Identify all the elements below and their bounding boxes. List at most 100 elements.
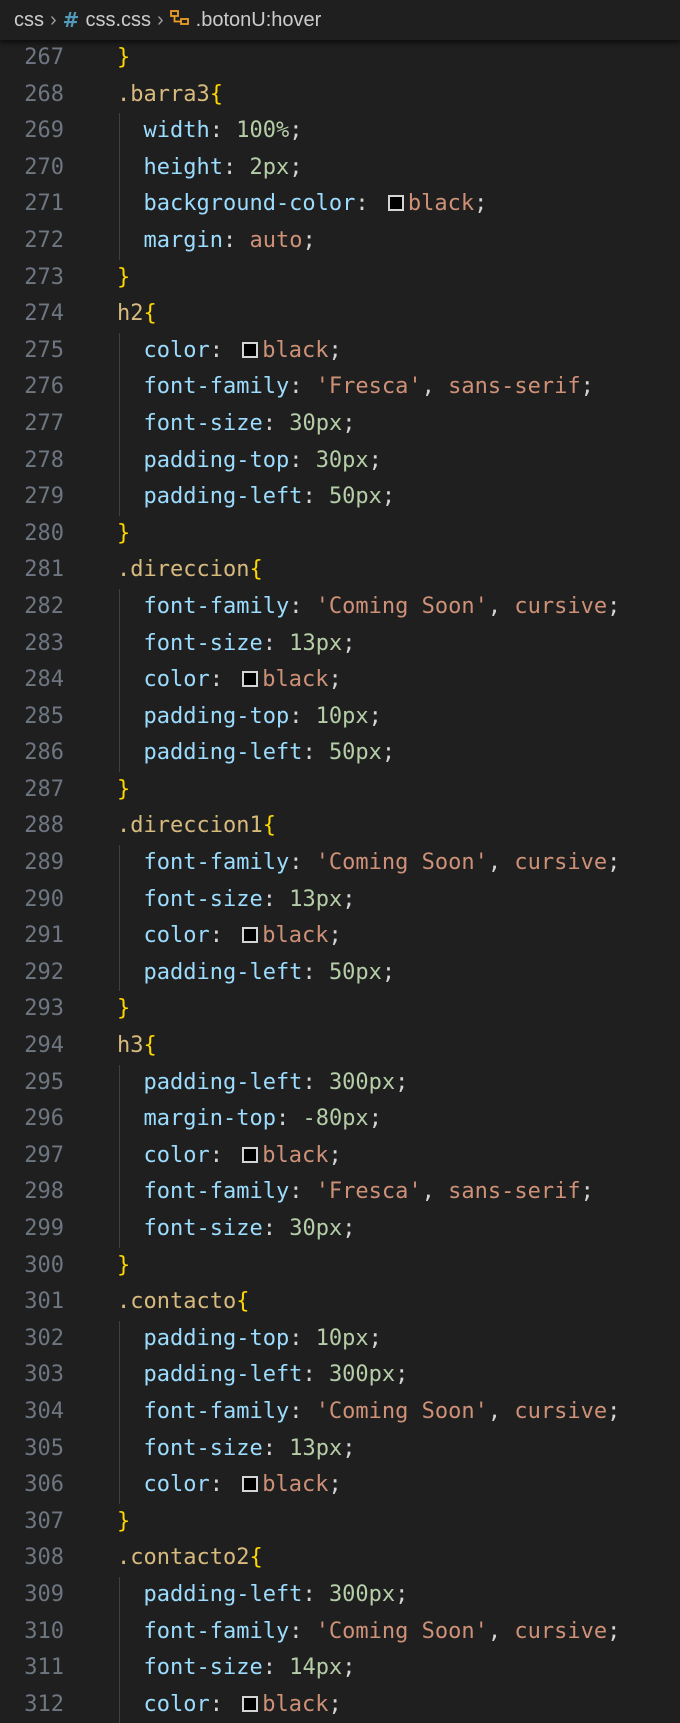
code-line[interactable]: 281 .direccion{ [0,552,680,589]
line-number: 310 [24,1618,64,1644]
color-swatch[interactable] [387,195,404,212]
line-number: 306 [24,1472,64,1498]
code-line[interactable]: 272 margin: auto; [0,222,680,260]
line-number: 293 [24,996,64,1022]
color-swatch[interactable] [242,1476,259,1493]
line-number: 283 [24,630,64,656]
code-text: h2{ [117,301,157,327]
code-text: } [117,996,131,1022]
code-line[interactable]: 308 .contacto2{ [0,1540,680,1577]
line-number: 279 [24,484,64,510]
code-text: padding-left: 300px; [117,1069,409,1095]
code-line[interactable]: 280} [0,516,680,553]
code-text: .barra3{ [117,81,223,107]
code-line[interactable]: 298 font-family: 'Fresca', sans-serif; [0,1174,680,1211]
code-line[interactable]: 299 font-size: 30px; [0,1211,680,1248]
code-line[interactable]: 275 color: black; [0,332,680,370]
line-number: 295 [24,1069,64,1095]
code-line[interactable]: 310 font-family: 'Coming Soon', cursive; [0,1613,680,1651]
code-line[interactable]: 289 font-family: 'Coming Soon', cursive; [0,845,680,882]
color-swatch[interactable] [242,671,259,688]
code-text: width: 100%; [117,118,303,144]
code-line[interactable]: 307} [0,1504,680,1541]
code-line[interactable]: 296 margin-top: -80px; [0,1101,680,1138]
code-line[interactable]: 294 h3{ [0,1028,680,1065]
color-swatch[interactable] [242,1146,259,1163]
breadcrumb: css › # css.css › .botonU:hover [0,0,680,40]
line-number: 272 [24,227,64,253]
css-file-icon: # [62,8,80,32]
line-number: 304 [24,1398,64,1424]
code-line[interactable]: 305 font-size: 13px; [0,1430,680,1468]
code-line[interactable]: 311 font-size: 14px; [0,1650,680,1687]
code-text: background-color: black; [117,191,488,217]
line-number: 276 [24,374,64,400]
code-text: height: 2px; [117,154,303,180]
code-line[interactable]: 290 font-size: 13px; [0,881,680,919]
code-line[interactable]: 291 color: black; [0,918,680,955]
line-number: 275 [24,337,64,363]
color-swatch[interactable] [242,341,259,358]
code-editor[interactable]: 267} 268 .barra3{ 269 width: 100%; 270 heigh… [0,40,680,1723]
code-line[interactable]: 306 color: black; [0,1467,680,1504]
line-number: 268 [24,81,64,107]
code-line[interactable]: 285 padding-top: 10px; [0,698,680,736]
code-line[interactable]: 304 font-family: 'Coming Soon', cursive; [0,1393,680,1431]
code-text: padding-top: 30px; [117,447,382,473]
code-line[interactable]: 279 padding-left: 50px; [0,479,680,516]
line-number: 267 [24,45,64,70]
code-line[interactable]: 277 font-size: 30px; [0,405,680,443]
code-text: .contacto2{ [117,1545,263,1571]
line-number: 298 [24,1179,64,1205]
code-line[interactable]: 268 .barra3{ [0,77,680,114]
code-line[interactable]: 309 padding-left: 300px; [0,1576,680,1614]
code-line[interactable]: 302 padding-top: 10px; [0,1320,680,1358]
code-line[interactable]: 293} [0,991,680,1028]
breadcrumb-file[interactable]: css.css [85,9,151,32]
line-number: 294 [24,1033,64,1059]
breadcrumb-symbol[interactable]: .botonU:hover [196,9,322,32]
code-line[interactable]: 288 .direccion1{ [0,808,680,845]
code-line[interactable]: 295 padding-left: 300px; [0,1064,680,1102]
code-text: .direccion{ [117,557,263,583]
line-number: 280 [24,520,64,546]
code-text: font-family: 'Coming Soon', cursive; [117,850,621,876]
color-swatch[interactable] [242,1695,259,1712]
code-line[interactable]: 270 height: 2px; [0,149,680,187]
code-line[interactable]: 271 background-color: black; [0,186,680,223]
code-text: padding-left: 50px; [117,740,396,766]
line-number: 303 [24,1362,64,1388]
code-text: padding-left: 50px; [117,959,396,985]
color-swatch[interactable] [242,927,259,944]
line-number: 311 [24,1655,64,1681]
line-number: 299 [24,1216,64,1241]
line-number: 285 [24,703,64,729]
code-text: font-size: 30px; [117,410,356,436]
code-line[interactable]: 284 color: black; [0,662,680,699]
code-line[interactable]: 282 font-family: 'Coming Soon', cursive; [0,588,680,626]
code-line[interactable]: 287} [0,772,680,809]
line-number: 273 [24,264,64,290]
code-line[interactable]: 274 h2{ [0,296,680,333]
code-line[interactable]: 278 padding-top: 30px; [0,442,680,480]
code-text: } [117,776,131,802]
code-text: font-family: 'Fresca', sans-serif; [117,374,594,400]
code-text: font-family: 'Coming Soon', cursive; [117,593,621,619]
code-text: font-size: 13px; [117,630,356,656]
code-line[interactable]: 273} [0,260,680,297]
code-line[interactable]: 301 .contacto{ [0,1284,680,1321]
code-line[interactable]: 303 padding-left: 300px; [0,1357,680,1394]
code-line[interactable]: 300} [0,1248,680,1285]
line-number: 300 [24,1252,64,1278]
code-line[interactable]: 286 padding-left: 50px; [0,735,680,772]
code-line[interactable]: 267} [0,40,680,77]
breadcrumb-folder[interactable]: css [14,9,44,32]
code-line[interactable]: 312 color: black; [0,1686,680,1723]
code-line[interactable]: 297 color: black; [0,1137,680,1175]
code-line[interactable]: 283 font-size: 13px; [0,625,680,663]
code-line[interactable]: 276 font-family: 'Fresca', sans-serif; [0,369,680,406]
code-text: } [117,264,131,290]
code-line[interactable]: 292 padding-left: 50px; [0,954,680,992]
code-line[interactable]: 269 width: 100%; [0,113,680,150]
line-number: 309 [24,1581,64,1607]
